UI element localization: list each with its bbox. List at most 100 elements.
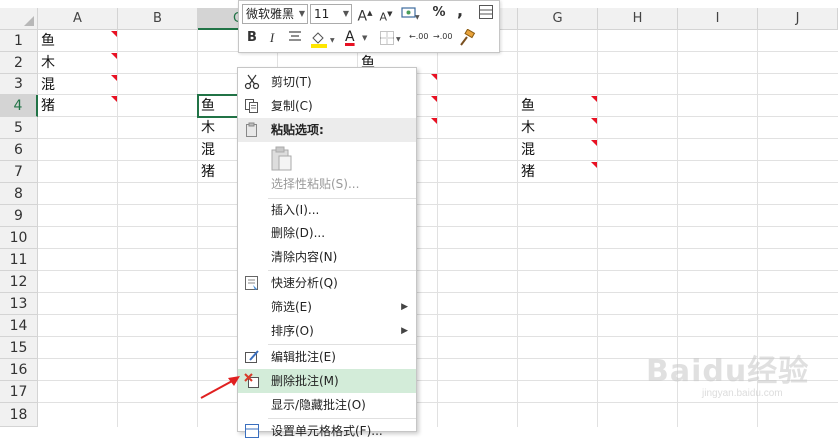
font-name-box[interactable]: 微软雅黑 ▼ <box>242 4 308 24</box>
menu-item-filter[interactable]: 筛选(E) ▶ <box>238 295 416 319</box>
column-header-h[interactable]: H <box>598 8 678 30</box>
row-header-10[interactable]: 10 <box>0 227 38 249</box>
paste-button[interactable] <box>238 144 416 174</box>
menu-item-insert[interactable]: 插入(I)... <box>238 198 416 222</box>
watermark-url: jingyan.baidu.com <box>702 388 783 399</box>
gridline <box>38 204 838 205</box>
chevron-down-icon: ▼ <box>298 9 305 18</box>
menu-item-delete-comment[interactable]: 删除批注(M) <box>238 369 416 393</box>
menu-item-sort[interactable]: 排序(O) ▶ <box>238 319 416 343</box>
menu-item-show-hide-comments[interactable]: 显示/隐藏批注(O) <box>238 393 416 417</box>
column-header-a[interactable]: A <box>38 8 118 30</box>
row-header-6[interactable]: 6 <box>0 139 38 161</box>
menu-item-insert-label: 插入(I)... <box>271 203 320 217</box>
cell-a4[interactable]: 猪 <box>38 95 118 117</box>
grow-font-icon: A <box>357 8 368 25</box>
row-header-14[interactable]: 14 <box>0 315 38 337</box>
align-center-button[interactable] <box>286 30 304 50</box>
active-cell-border <box>197 94 242 118</box>
number-format-button[interactable]: ▼ <box>399 4 423 28</box>
font-name-value: 微软雅黑 <box>246 7 295 21</box>
column-header-b[interactable]: B <box>118 8 198 30</box>
row-header-13[interactable]: 13 <box>0 293 38 315</box>
row-header-15[interactable]: 15 <box>0 337 38 359</box>
menu-item-format-cells-label: 设置单元格格式(F)... <box>271 424 383 438</box>
menu-item-copy[interactable]: 复制(C) <box>238 94 416 118</box>
row-header-11[interactable]: 11 <box>0 249 38 271</box>
menu-item-sort-label: 排序(O) <box>271 324 314 338</box>
clipboard-icon <box>271 146 292 171</box>
shrink-font-button[interactable]: A▼ <box>378 5 394 27</box>
accounting-format-icon: ▼ <box>401 7 420 21</box>
menu-item-paste-special[interactable]: 选择性粘贴(S)... <box>238 172 416 196</box>
font-color-icon: A <box>345 29 355 45</box>
row-header-12[interactable]: 12 <box>0 271 38 293</box>
row-header-3[interactable]: 3 <box>0 74 38 95</box>
cell-g5[interactable]: 木 <box>518 117 598 139</box>
column-header-j[interactable]: J <box>758 8 838 30</box>
row-header-4[interactable]: 4 <box>0 95 38 117</box>
cell-a1[interactable]: 鱼 <box>38 30 118 52</box>
row-header-17[interactable]: 17 <box>0 381 38 403</box>
cell-c7[interactable]: 猪 <box>198 161 240 183</box>
row-header-8[interactable]: 8 <box>0 183 38 205</box>
menu-item-delete[interactable]: 删除(D)... <box>238 221 416 245</box>
format-cells-icon <box>245 424 259 438</box>
mini-toolbar: 微软雅黑 ▼ 11 ▼ A▲ A▼ ▼ % , B I ▼ A ▼ ▼ ←.00… <box>238 0 500 53</box>
grow-font-button[interactable]: A▲ <box>357 4 373 26</box>
comma-style-button[interactable]: , <box>454 2 466 20</box>
menu-item-edit-comment-label: 编辑批注(E) <box>271 350 336 364</box>
gridline <box>38 226 838 227</box>
cell-c5[interactable]: 木 <box>198 117 240 139</box>
menu-item-clear-contents[interactable]: 清除内容(N) <box>238 245 416 269</box>
cell-g4[interactable]: 鱼 <box>518 95 598 117</box>
gridline <box>38 116 838 117</box>
row-header-1[interactable]: 1 <box>0 30 38 52</box>
gridline <box>38 336 838 337</box>
select-all-corner[interactable] <box>0 8 38 30</box>
cell-g6[interactable]: 混 <box>518 139 598 161</box>
format-painter-button[interactable] <box>457 28 477 53</box>
menu-item-quick-analysis[interactable]: 快速分析(Q) <box>238 271 416 295</box>
menu-item-show-hide-comments-label: 显示/隐藏批注(O) <box>271 398 366 412</box>
row-header-5[interactable]: 5 <box>0 117 38 139</box>
format-painter-icon <box>460 28 476 46</box>
cell-a3[interactable]: 混 <box>38 74 118 96</box>
menu-item-cut[interactable]: 剪切(T) <box>238 70 416 94</box>
cell-c6[interactable]: 混 <box>198 139 240 161</box>
cell-g7[interactable]: 猪 <box>518 161 598 183</box>
table-format-icon <box>479 5 493 19</box>
menu-item-filter-label: 筛选(E) <box>271 300 312 314</box>
menu-item-delete-comment-label: 删除批注(M) <box>271 374 339 388</box>
borders-icon: ▼ <box>380 31 401 45</box>
italic-button[interactable]: I <box>265 29 279 47</box>
row-header-9[interactable]: 9 <box>0 205 38 227</box>
comment-indicator <box>111 75 117 81</box>
watermark-brand: Baidu经验 <box>646 354 810 389</box>
chevron-down-icon: ▼ <box>362 34 368 42</box>
row-header-7[interactable]: 7 <box>0 161 38 183</box>
percent-style-button[interactable]: % <box>431 4 447 22</box>
menu-item-edit-comment[interactable]: 编辑批注(E) <box>238 345 416 369</box>
row-header-18[interactable]: 18 <box>0 403 38 427</box>
menu-item-paste-special-label: 选择性粘贴(S)... <box>271 177 360 191</box>
cell-a2[interactable]: 木 <box>38 52 118 74</box>
row-header-2[interactable]: 2 <box>0 52 38 74</box>
baidu-watermark: Baidu经验 jingyan.baidu.com <box>640 340 830 410</box>
gridline <box>437 30 438 427</box>
comment-indicator <box>111 96 117 102</box>
column-header-i[interactable]: I <box>678 8 758 30</box>
comment-indicator <box>591 162 597 168</box>
borders-format-button[interactable] <box>477 4 495 26</box>
font-size-value: 11 <box>314 7 330 21</box>
row-header-16[interactable]: 16 <box>0 359 38 381</box>
column-header-g[interactable]: G <box>518 8 598 30</box>
fill-color-button[interactable]: ▼ <box>309 29 339 55</box>
bold-button[interactable]: B <box>245 29 259 47</box>
font-size-box[interactable]: 11 ▼ <box>310 4 352 24</box>
borders-button[interactable]: ▼ <box>379 30 405 52</box>
menu-item-format-cells[interactable]: 设置单元格格式(F)... <box>238 419 416 443</box>
copy-icon <box>245 99 258 113</box>
gridline <box>197 30 198 427</box>
comment-indicator <box>591 96 597 102</box>
